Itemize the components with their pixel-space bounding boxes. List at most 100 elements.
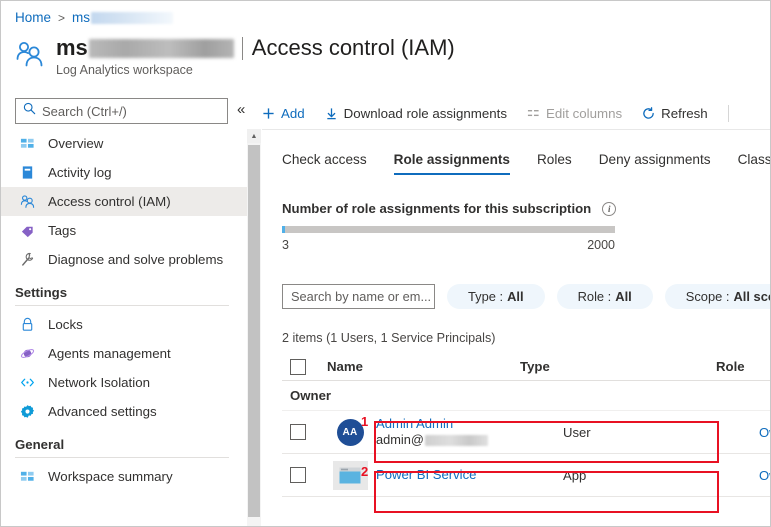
filter-scope-pill[interactable]: Scope : All scopes bbox=[664, 284, 770, 309]
tab-role-assignments[interactable]: Role assignments bbox=[393, 152, 511, 175]
column-header-role[interactable]: Role bbox=[716, 359, 770, 374]
sidebar-search-placeholder: Search (Ctrl+/) bbox=[42, 103, 127, 119]
sidebar-item-access-control[interactable]: Access control (IAM) bbox=[1, 187, 247, 216]
tab-deny-assignments[interactable]: Deny assignments bbox=[599, 152, 711, 175]
scrollbar-thumb[interactable] bbox=[248, 145, 260, 517]
add-button[interactable]: Add bbox=[262, 106, 305, 121]
command-separator bbox=[727, 104, 729, 122]
tag-icon bbox=[19, 222, 36, 239]
edit-columns-button: Edit columns bbox=[527, 106, 622, 121]
sidebar-nav: Overview Activity log Access control (IA… bbox=[1, 129, 247, 526]
sidebar-item-tags[interactable]: Tags bbox=[1, 216, 247, 245]
tab-roles[interactable]: Roles bbox=[537, 152, 572, 175]
sidebar-item-label: Workspace summary bbox=[48, 469, 173, 484]
column-header-type[interactable]: Type bbox=[520, 359, 716, 374]
principal-email: admin@ bbox=[376, 432, 563, 448]
sidebar-group-general: General bbox=[15, 437, 65, 452]
breadcrumb-current[interactable]: ms bbox=[72, 10, 174, 25]
row-checkbox[interactable] bbox=[290, 467, 306, 483]
filter-type-value: All bbox=[507, 289, 524, 304]
breadcrumb-home[interactable]: Home bbox=[15, 10, 51, 25]
avatar: AA bbox=[336, 418, 364, 446]
role-assignment-counter: Number of role assignments for this subs… bbox=[282, 201, 617, 252]
avatar-cell bbox=[327, 460, 373, 490]
counter-title: Number of role assignments for this subs… bbox=[282, 201, 592, 216]
row-role-link[interactable]: Owner bbox=[759, 468, 770, 483]
page-title-resource: ms bbox=[56, 35, 88, 60]
filter-role-value: All bbox=[615, 289, 632, 304]
breadcrumb: Home > ms bbox=[15, 10, 174, 25]
refresh-button-label: Refresh bbox=[661, 105, 708, 121]
row-checkbox-cell bbox=[282, 467, 327, 483]
item-count-label: 2 items (1 Users, 1 Service Principals) bbox=[282, 331, 496, 345]
sidebar-search-input[interactable]: Search (Ctrl+/) bbox=[15, 98, 228, 124]
sidebar-item-label: Activity log bbox=[48, 165, 112, 180]
lock-icon bbox=[19, 316, 36, 333]
principal-email-redaction bbox=[424, 434, 488, 446]
filter-type-pill[interactable]: Type : All bbox=[447, 284, 545, 309]
principal-name-link[interactable]: Power BI Service bbox=[376, 467, 563, 483]
sidebar-item-advanced-settings[interactable]: Advanced settings bbox=[1, 397, 247, 426]
row-checkbox[interactable] bbox=[290, 424, 306, 440]
breadcrumb-current-text: ms bbox=[72, 10, 91, 25]
agents-icon bbox=[19, 345, 36, 362]
counter-progress-fill bbox=[282, 226, 285, 233]
sidebar-item-workspace-summary[interactable]: Workspace summary bbox=[1, 462, 247, 491]
main-content: Add Download role assignments Edit colum… bbox=[262, 1, 770, 526]
gear-icon bbox=[19, 403, 36, 420]
network-isolation-icon bbox=[19, 374, 36, 391]
refresh-icon bbox=[643, 106, 654, 119]
sidebar-item-label: Locks bbox=[48, 317, 83, 332]
table-group-header: Owner bbox=[282, 381, 770, 411]
plus-icon bbox=[263, 107, 274, 119]
principal-email-text: admin@ bbox=[376, 432, 424, 447]
filter-search-input[interactable]: Search by name or em... bbox=[282, 284, 435, 309]
row-role-link[interactable]: Owner bbox=[759, 425, 770, 440]
columns-icon bbox=[527, 109, 539, 116]
filter-role-pill[interactable]: Role : All bbox=[556, 284, 653, 309]
command-bar-divider bbox=[262, 129, 770, 130]
sidebar-item-overview[interactable]: Overview bbox=[1, 129, 247, 158]
sidebar-item-agents-management[interactable]: Agents management bbox=[1, 339, 247, 368]
counter-progress-bar bbox=[282, 226, 615, 233]
breadcrumb-redaction bbox=[91, 11, 174, 24]
people-icon bbox=[15, 39, 45, 69]
search-icon bbox=[23, 102, 36, 120]
tab-check-access[interactable]: Check access bbox=[282, 152, 367, 175]
scroll-up-icon[interactable]: ▲ bbox=[247, 129, 261, 143]
command-bar: Add Download role assignments Edit colum… bbox=[262, 98, 729, 128]
add-button-label: Add bbox=[281, 105, 305, 121]
column-header-name[interactable]: Name bbox=[327, 359, 520, 374]
filter-role-label: Role : bbox=[577, 289, 612, 304]
refresh-button[interactable]: Refresh bbox=[642, 106, 708, 121]
tab-bar: Check access Role assignments Roles Deny… bbox=[282, 152, 770, 175]
overview-icon bbox=[19, 135, 36, 152]
row-name-cell: Admin Admin admin@ bbox=[373, 416, 563, 448]
sidebar-item-network-isolation[interactable]: Network Isolation bbox=[1, 368, 247, 397]
counter-max-value: 2000 bbox=[587, 238, 615, 252]
sidebar-item-diagnose[interactable]: Diagnose and solve problems bbox=[1, 245, 247, 274]
download-role-assignments-button[interactable]: Download role assignments bbox=[325, 106, 507, 121]
collapse-sidebar-button[interactable]: « bbox=[237, 100, 245, 120]
sidebar-item-label: Diagnose and solve problems bbox=[48, 252, 224, 267]
sidebar-group-divider bbox=[15, 305, 229, 306]
principal-name-link[interactable]: Admin Admin bbox=[376, 416, 563, 432]
table-header-row: Name Type Role bbox=[282, 353, 770, 381]
table-row[interactable]: Power BI Service App Owner i bbox=[282, 454, 770, 497]
avatar-cell: AA bbox=[327, 418, 373, 446]
sidebar-item-label: Access control (IAM) bbox=[48, 194, 171, 209]
row-type: User bbox=[563, 424, 591, 440]
title-divider bbox=[241, 36, 243, 60]
sidebar-scrollbar[interactable]: ▲ bbox=[247, 129, 261, 526]
info-icon[interactable]: i bbox=[602, 201, 617, 216]
tab-classic[interactable]: Classic bbox=[738, 152, 770, 175]
select-all-checkbox-cell bbox=[282, 358, 327, 375]
select-all-checkbox[interactable] bbox=[290, 358, 306, 375]
download-button-label: Download role assignments bbox=[343, 105, 508, 121]
sidebar-item-label: Network Isolation bbox=[48, 375, 150, 390]
sidebar-item-locks[interactable]: Locks bbox=[1, 310, 247, 339]
row-type: App bbox=[563, 467, 587, 483]
table-row[interactable]: AA Admin Admin admin@ User Owner i bbox=[282, 411, 770, 454]
sidebar-item-activity-log[interactable]: Activity log bbox=[1, 158, 247, 187]
filter-scope-value: All scopes bbox=[733, 289, 770, 304]
